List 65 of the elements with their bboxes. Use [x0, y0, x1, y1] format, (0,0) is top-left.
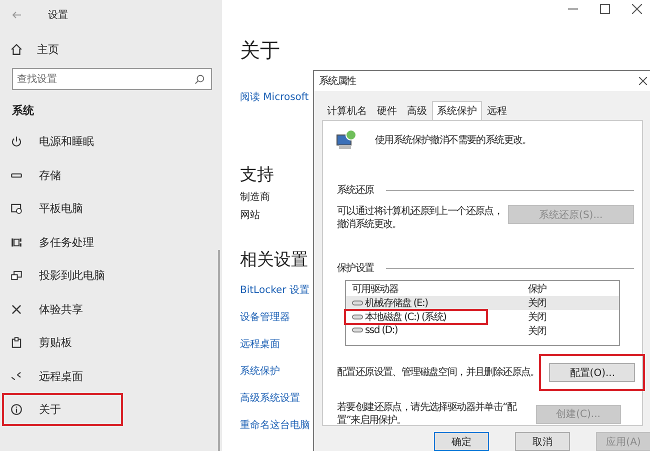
link[interactable]: 高级系统设置	[240, 391, 300, 406]
nav-item[interactable]: 剪贴板	[0, 326, 222, 360]
column-header: 保护	[528, 282, 546, 296]
section-heading: 系统	[12, 103, 35, 118]
drive-name: 本地磁盘 (C:) (系统)	[365, 310, 446, 324]
close-icon[interactable]	[639, 77, 647, 85]
info-label: 制造商	[240, 192, 270, 204]
nav-item[interactable]: 关于	[4, 395, 61, 424]
close-icon[interactable]	[632, 4, 642, 14]
remote-icon	[10, 370, 23, 383]
description-text: 若要创建还原点，请先选择驱动器并单击“配置”来启用保护。	[337, 401, 518, 427]
drive-name: 机械存储盘 (E:)	[365, 296, 428, 310]
column-header: 可用驱动器	[352, 283, 400, 296]
description-text: 配置还原设置、管理磁盘空间，并且删除还原点。	[337, 366, 540, 379]
nav-item[interactable]: 体验共享	[0, 292, 222, 326]
maximize-icon[interactable]	[600, 4, 610, 14]
dialog-button[interactable]: 确定	[434, 432, 489, 451]
search-field[interactable]: 查找设置	[12, 68, 212, 90]
scrollbar[interactable]	[218, 250, 220, 451]
nav-item[interactable]: 多任务处理	[0, 226, 222, 259]
info-icon	[10, 403, 23, 416]
group-heading: 系统还原	[337, 184, 374, 197]
link[interactable]: 系统保护	[240, 364, 280, 379]
nav-item[interactable]: 投影到此电脑	[0, 259, 222, 292]
drive-icon	[352, 313, 363, 321]
drive-icon	[352, 326, 363, 334]
home-icon	[10, 43, 23, 56]
home-nav-item[interactable]: 主页	[10, 42, 59, 57]
nav-item[interactable]: 远程桌面	[0, 360, 222, 393]
cross-icon	[10, 302, 23, 316]
section-heading: 支持	[240, 164, 274, 186]
tablet-icon	[10, 202, 23, 216]
section-heading: 相关设置	[240, 249, 308, 271]
dialog-title: 系统属性	[319, 74, 356, 88]
computer-shield-icon	[335, 129, 357, 151]
description-text: 可以通过将计算机还原到上一个还原点，撤消系统更改。	[337, 205, 504, 231]
group-heading: 保护设置	[337, 262, 374, 275]
link[interactable]: 设备管理器	[240, 310, 290, 325]
nav-item[interactable]: 存储	[0, 158, 222, 192]
page-title: 关于	[240, 38, 280, 62]
power-icon	[10, 135, 23, 148]
multitask-icon	[10, 236, 23, 249]
protection-status: 关闭	[528, 296, 546, 310]
protection-status: 关闭	[528, 324, 546, 338]
drive-row[interactable]: 机械存储盘 (E:) 关闭	[346, 296, 619, 310]
protection-status: 关闭	[528, 310, 546, 324]
nav-item[interactable]: 电源和睡眠	[0, 125, 222, 158]
info-label: 网站	[240, 210, 260, 222]
clipboard-icon	[10, 336, 23, 350]
drive-name: ssd (D:)	[365, 324, 398, 336]
drive-row[interactable]: 本地磁盘 (C:) (系统) 关闭	[346, 310, 619, 324]
description-text: 使用系统保护撤消不需要的系统更改。	[375, 134, 532, 146]
drive-row[interactable]: ssd (D:) 关闭	[346, 324, 619, 338]
link[interactable]: BitLocker 设置	[240, 283, 310, 298]
nav-item[interactable]: 平板电脑	[0, 192, 222, 226]
projector-icon	[10, 269, 23, 282]
configure-button[interactable]: 配置(O)...	[549, 363, 636, 382]
search-icon	[194, 74, 205, 85]
dialog-button[interactable]: 取消	[515, 432, 570, 451]
link[interactable]: 重命名这台电脑	[240, 418, 310, 433]
tab[interactable]: 系统保护	[432, 101, 482, 120]
link[interactable]: 远程桌面	[240, 337, 280, 352]
drive-icon	[352, 299, 363, 307]
link[interactable]: 阅读 Microsoft	[240, 90, 309, 104]
window-title: 设置	[48, 8, 68, 22]
